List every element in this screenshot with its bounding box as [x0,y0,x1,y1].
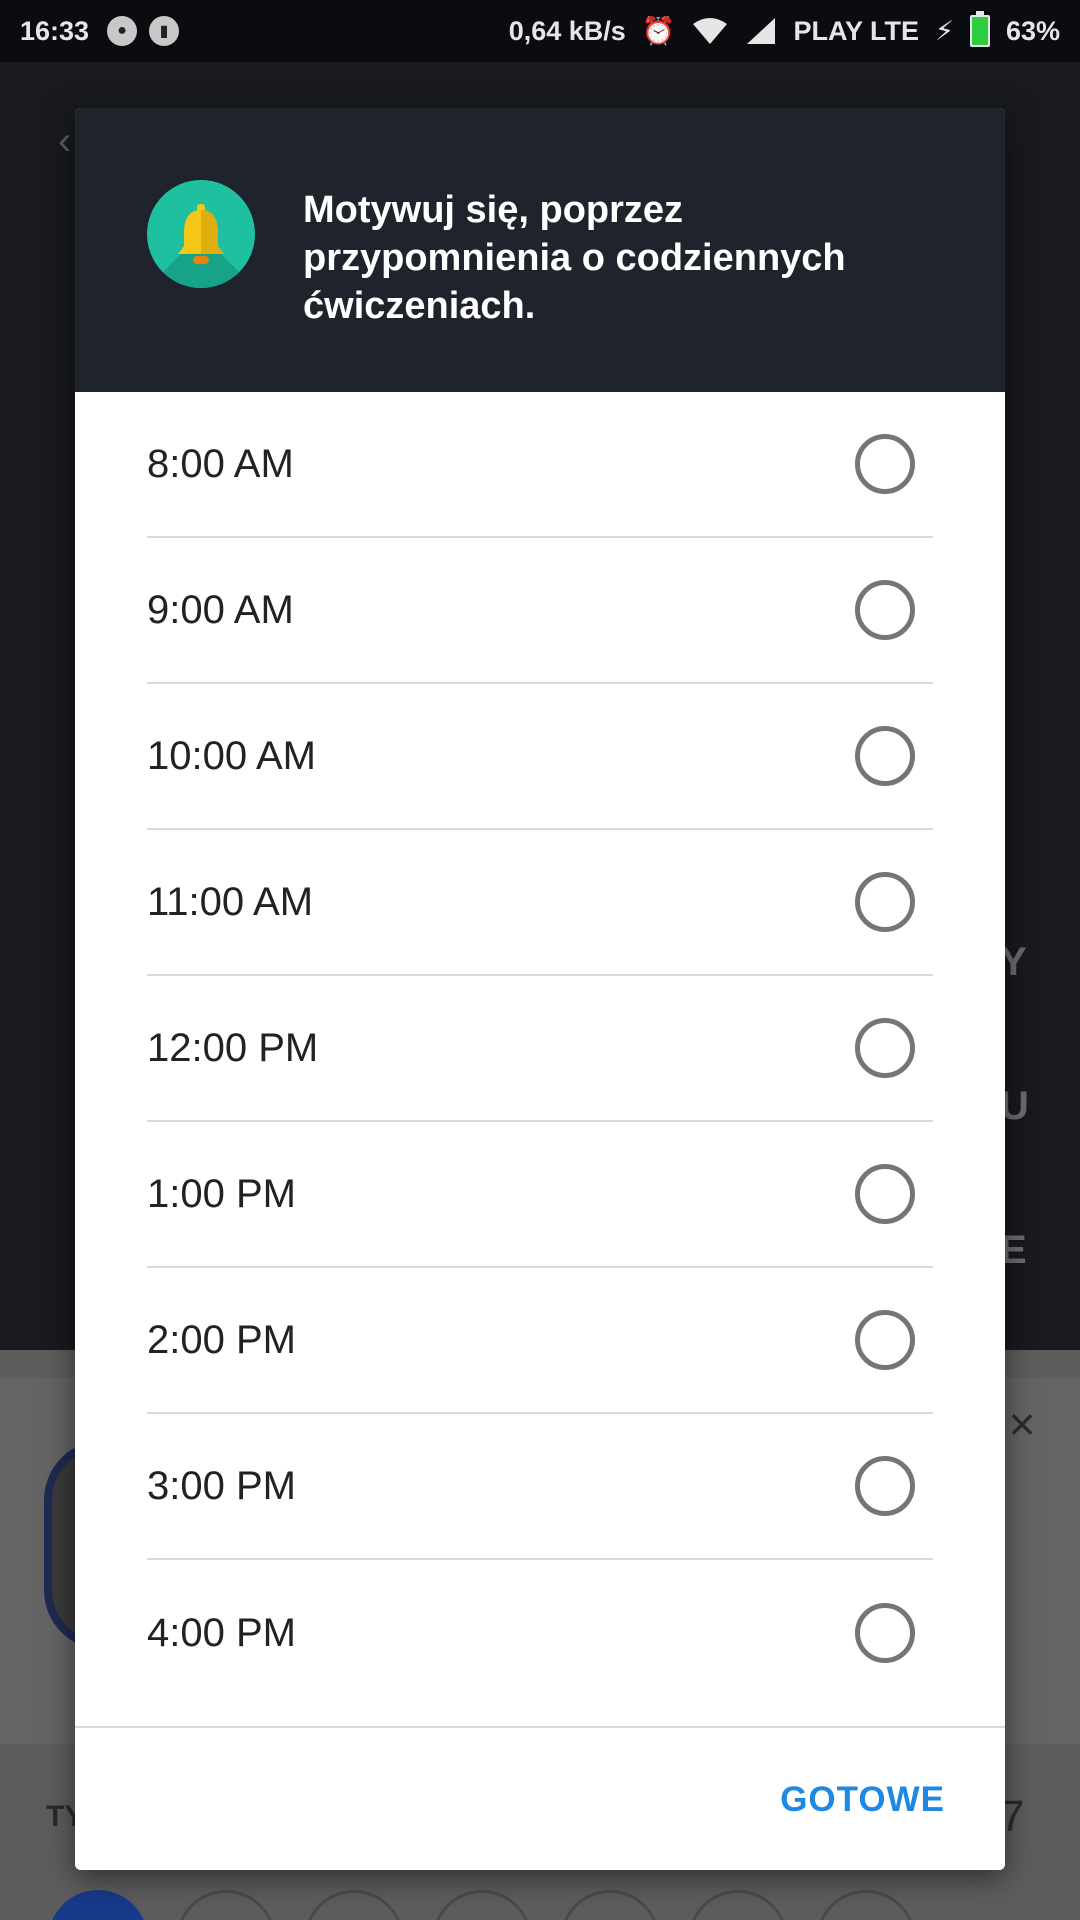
time-option[interactable]: 1:00 PM [147,1122,933,1268]
bell-icon [178,204,224,264]
radio-button[interactable] [855,872,915,932]
carrier-label: PLAY LTE [793,15,919,46]
time-options-list: 8:00 AM 9:00 AM 10:00 AM 11:00 AM 12:00 … [75,392,1005,1706]
time-option[interactable]: 4:00 PM [147,1560,933,1706]
reminder-dialog: Motywuj się, poprzez przypomnienia o cod… [75,108,1005,1870]
radio-button[interactable] [855,1456,915,1516]
status-bar: 16:33 ● ▮ 0,64 kB/s ⏰ PLAY LTE ⚡ 63% [0,0,1080,62]
network-speed: 0,64 kB/s [508,15,626,46]
battery-percent: 63% [1005,15,1060,46]
dialog-title: Motywuj się, poprzez przypomnienia o cod… [303,189,846,327]
radio-button[interactable] [855,1018,915,1078]
charging-icon: ⚡ [934,15,954,46]
time-option-label: 2:00 PM [147,1317,296,1362]
time-option-label: 11:00 AM [147,879,314,924]
notification-app-icon: ● [107,16,138,46]
radio-button[interactable] [855,580,915,640]
wifi-icon [693,18,728,44]
radio-button[interactable] [855,1164,915,1224]
radio-button[interactable] [855,726,915,786]
radio-button[interactable] [855,1603,915,1663]
time-option[interactable]: 2:00 PM [147,1268,933,1414]
time-option[interactable]: 3:00 PM [147,1414,933,1560]
time-option-label: 4:00 PM [147,1610,296,1655]
dialog-footer: GOTOWE [75,1726,1005,1870]
time-option-label: 1:00 PM [147,1171,296,1216]
time-option-label: 12:00 PM [147,1025,319,1070]
time-option-label: 8:00 AM [147,441,294,486]
time-option-label: 9:00 AM [147,587,294,632]
time-option[interactable]: 12:00 PM [147,976,933,1122]
alarm-icon: ⏰ [641,16,676,46]
time-option-label: 3:00 PM [147,1463,296,1508]
notification-app-icon: ▮ [149,16,180,46]
time-option[interactable]: 10:00 AM [147,684,933,830]
time-option[interactable]: 9:00 AM [147,538,933,684]
done-button[interactable]: GOTOWE [780,1770,945,1830]
time-option-label: 10:00 AM [147,733,317,778]
background-close-icon: × [1008,1398,1036,1450]
battery-icon [969,11,990,47]
dialog-header: Motywuj się, poprzez przypomnienia o cod… [75,108,1005,392]
time-option[interactable]: 11:00 AM [147,830,933,976]
time-option[interactable]: 8:00 AM [147,392,933,538]
status-time: 16:33 [20,15,90,46]
bell-icon-badge [147,180,255,288]
signal-icon [747,18,776,44]
radio-button[interactable] [855,1310,915,1370]
radio-button[interactable] [855,434,915,494]
